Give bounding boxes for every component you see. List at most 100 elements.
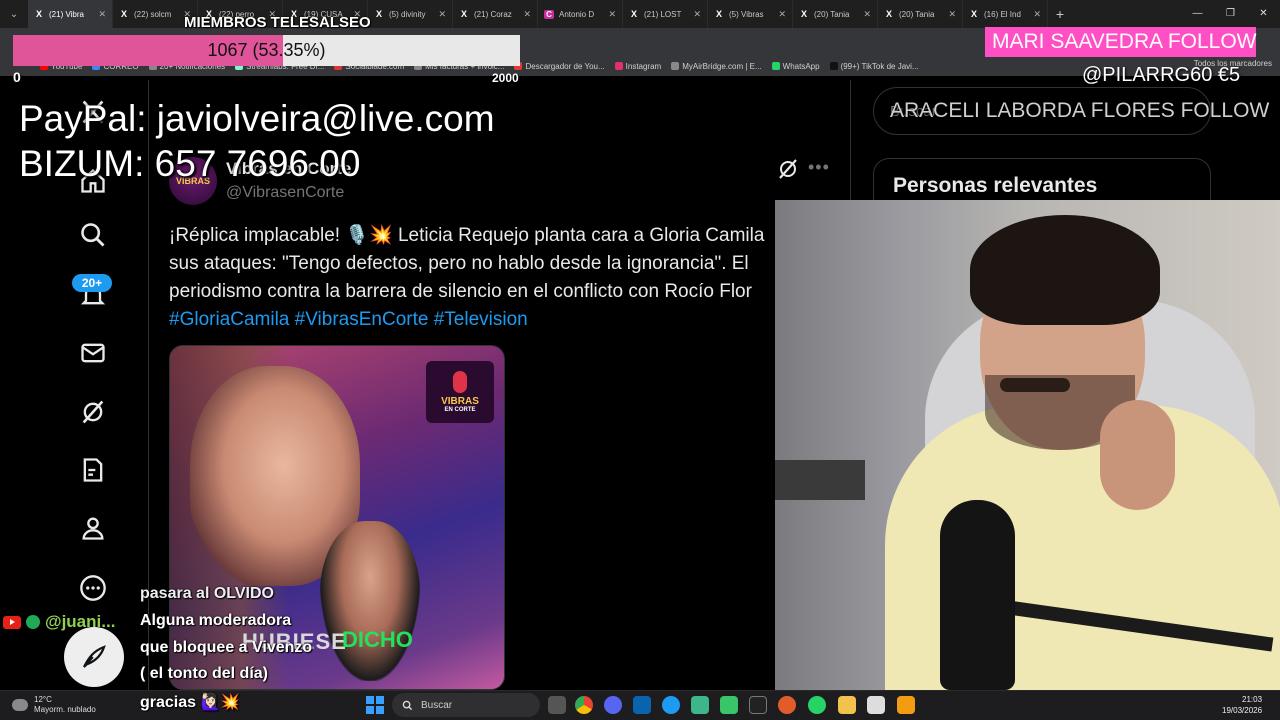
media-logo-subtext: EN CORTE (444, 407, 476, 413)
relevant-people-title: Personas relevantes (893, 174, 1098, 197)
browser-tab[interactable]: X (21) LOST ✕ (623, 0, 708, 28)
background-shelf (775, 460, 865, 500)
x-logo-icon: X (885, 9, 892, 19)
camtasia-icon[interactable] (720, 696, 738, 714)
chrome-icon[interactable] (575, 696, 593, 714)
follow-alert-gray: ARACELI LABORDA FLORES FOLLOW (890, 99, 1270, 122)
browser-tab[interactable]: X (20) Tania ✕ (793, 0, 878, 28)
more-options-icon[interactable] (78, 573, 108, 603)
browser-tab[interactable]: X (16) El Ind ✕ (963, 0, 1048, 28)
close-tab-icon[interactable]: ✕ (693, 9, 701, 20)
paypal-overlay: PayPal: javiolveira@live.com (19, 98, 495, 139)
close-tab-icon[interactable]: ✕ (438, 9, 446, 20)
x-logo-icon: X (460, 9, 467, 19)
chat-message-line: gracias 🙋🏻‍♀️💥 (140, 694, 241, 711)
bookmark-item[interactable]: Descargador de You... (514, 61, 605, 71)
browser-tab[interactable]: X (21) Coraz ✕ (453, 0, 538, 28)
vibras-logo: VIBRAS EN CORTE (426, 361, 494, 423)
tab-search-dropdown[interactable]: ⌄ (0, 0, 28, 28)
bookmark-item[interactable]: (99+) TikTok de Javi... (829, 62, 919, 71)
tab-label: (22) solcm (134, 9, 172, 19)
tab-label: (16) El Ind (984, 9, 1021, 19)
moderator-icon (26, 615, 40, 629)
x-logo-icon: X (715, 9, 722, 19)
goal-progress-text: 1067 (53.35%) (207, 40, 326, 60)
webcam-feed (775, 200, 1280, 690)
close-tab-icon[interactable]: ✕ (1033, 9, 1041, 20)
edge-icon[interactable] (662, 696, 680, 714)
chat-message-line: que bloquee a Vivenzo (140, 639, 313, 656)
follow-alert-pink: MARI SAAVEDRA FOLLOW (985, 27, 1257, 57)
tab-label: (21) LOST (644, 9, 682, 19)
close-tab-icon[interactable]: ✕ (523, 9, 531, 20)
hashtag[interactable]: #GloriaCamila (169, 309, 289, 330)
system-clock[interactable]: 21:03 19/03/2026 (1222, 694, 1262, 716)
browser-tab[interactable]: X (5) divinity ✕ (368, 0, 453, 28)
file-explorer-icon[interactable] (838, 696, 856, 714)
chat-message-line: pasara al OLVIDO (140, 585, 274, 602)
close-tab-icon[interactable]: ✕ (608, 9, 616, 20)
app-icon[interactable] (778, 696, 796, 714)
windows-start-icon[interactable] (366, 696, 384, 714)
hashtag[interactable]: #VibrasEnCorte (295, 309, 429, 330)
x-logo-icon: X (970, 9, 977, 19)
compose-post-button[interactable] (64, 627, 124, 687)
media-caption-green: DICHO (342, 627, 413, 652)
bookmark-item[interactable]: MyAirBridge.com | E... (671, 61, 762, 71)
bookmark-label: MyAirBridge.com | E... (682, 61, 762, 71)
close-tab-icon[interactable]: ✕ (948, 9, 956, 20)
bookmark-favicon-icon (829, 62, 838, 70)
tab-label: (21) Coraz (474, 9, 512, 19)
browser-tab[interactable]: X (20) Tania ✕ (878, 0, 963, 28)
messages-mail-icon[interactable] (78, 338, 108, 368)
browser-tab[interactable]: X (21) Vibra ✕ (28, 0, 113, 28)
post-text: ¡Réplica implacable! 🎙️💥 Leticia Requejo… (169, 222, 775, 337)
close-tab-icon[interactable]: ✕ (778, 9, 786, 20)
weather-widget[interactable]: 12°C Mayorm. nublado (12, 695, 96, 715)
whatsapp-icon[interactable] (808, 696, 826, 714)
discord-icon[interactable] (604, 696, 622, 714)
minimize-button[interactable]: — (1181, 0, 1214, 28)
close-tab-icon[interactable]: ✕ (863, 9, 871, 20)
vlc-icon[interactable] (897, 696, 915, 714)
goal-min: 0 (13, 69, 21, 85)
notification-badge: 20+ (72, 274, 112, 292)
browser-tab[interactable]: X (5) Vibras ✕ (708, 0, 793, 28)
search-icon[interactable] (78, 220, 108, 250)
search-icon (402, 700, 413, 710)
grok-icon[interactable] (78, 397, 108, 427)
streamer-hair (970, 215, 1160, 325)
x-logo-icon: X (120, 9, 127, 19)
app-icon[interactable] (867, 696, 885, 714)
clock-time: 21:03 (1242, 695, 1263, 704)
hashtag[interactable]: #Television (434, 309, 528, 330)
post-body: ¡Réplica implacable! 🎙️💥 Leticia Requejo… (169, 225, 765, 302)
xbox-app-icon[interactable] (691, 696, 709, 714)
post-more-icon[interactable]: ••• (808, 157, 830, 178)
chat-message-line: Alguna moderadora (140, 612, 292, 629)
weather-desc: Mayorm. nublado (34, 705, 96, 714)
close-tab-icon[interactable]: ✕ (98, 9, 106, 20)
drafts-edit-icon[interactable] (78, 455, 108, 485)
microphone (940, 500, 1015, 690)
bookmark-item[interactable]: Instagram (614, 62, 661, 71)
close-window-button[interactable]: ✕ (1247, 0, 1280, 28)
donation-alert: @PILARRG60 €5 (1082, 64, 1241, 86)
outlook-icon[interactable] (633, 696, 651, 714)
new-tab-button[interactable]: + (1048, 6, 1072, 22)
maximize-button[interactable]: ❐ (1214, 0, 1247, 28)
bookmark-label: Descargador de You... (525, 61, 605, 71)
task-view-icon[interactable] (548, 696, 566, 714)
tab-label: (20) Tania (814, 9, 850, 19)
obs-icon[interactable] (749, 696, 767, 714)
taskbar-search[interactable]: Buscar (392, 693, 540, 717)
tab-label: (5) Vibras (729, 9, 764, 19)
chat-message-line: ( el tonto del día) (140, 665, 268, 682)
tab-label: (20) Tania (899, 9, 935, 19)
bookmark-item[interactable]: WhatsApp (771, 62, 820, 71)
post-author-handle[interactable]: @VibrasenCorte (226, 184, 344, 202)
profile-icon[interactable] (78, 513, 108, 543)
grok-explain-icon[interactable] (776, 157, 800, 181)
browser-tab[interactable]: C Antonio D ✕ (538, 0, 623, 28)
streamer-hand (1100, 400, 1175, 510)
